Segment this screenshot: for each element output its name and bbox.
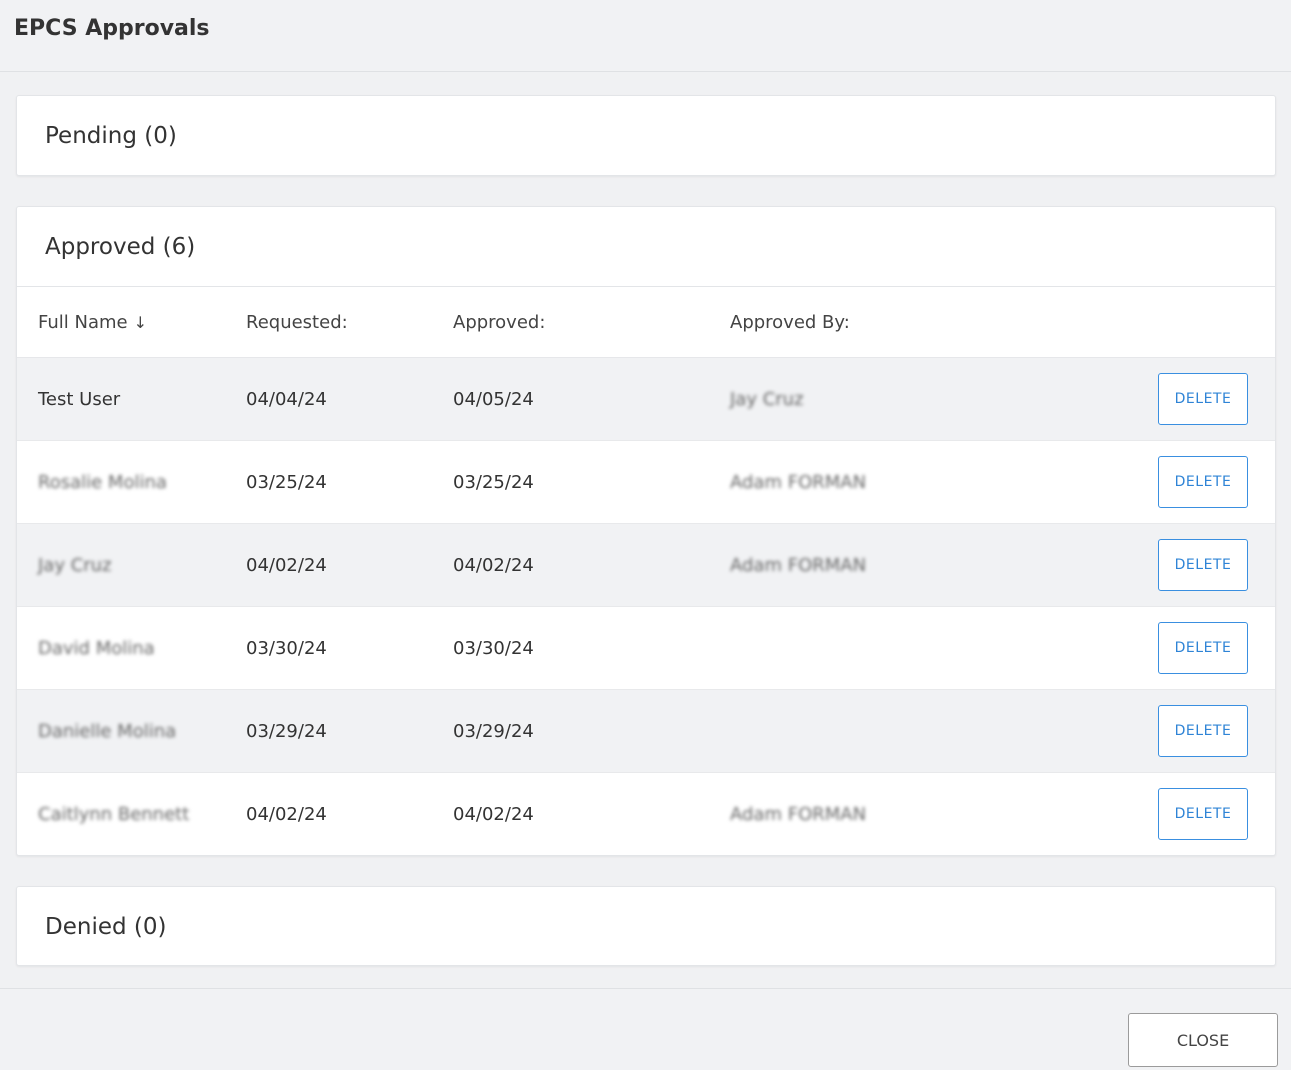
cell-requested: 04/04/24 [246,388,327,410]
table-row: David Molina 03/30/24 03/30/24 DELETE [17,607,1275,690]
cell-approved-by: Adam FORMAN [730,803,867,825]
cell-approved: 03/30/24 [453,637,534,659]
close-button[interactable]: CLOSE [1128,1013,1278,1067]
dialog-footer: CLOSE [0,988,1291,1070]
column-header-approved[interactable]: Approved: [453,287,545,357]
cell-full-name: Rosalie Molina [38,471,167,493]
column-header-requested[interactable]: Requested: [246,287,348,357]
pending-panel[interactable]: Pending (0) [16,95,1276,176]
delete-button[interactable]: DELETE [1158,456,1248,508]
table-row: Danielle Molina 03/29/24 03/29/24 DELETE [17,690,1275,773]
approved-panel: Approved (6) Full Name ↓ Requested: Appr… [16,206,1276,856]
delete-button[interactable]: DELETE [1158,788,1248,840]
cell-requested: 03/30/24 [246,637,327,659]
column-label-requested: Requested: [246,311,348,333]
column-label-approved-by: Approved By: [730,311,850,333]
cell-approved: 04/05/24 [453,388,534,410]
column-header-approved-by[interactable]: Approved By: [730,287,850,357]
dialog-header: EPCS Approvals [0,0,1291,72]
cell-full-name: Test User [38,388,121,410]
epcs-approvals-dialog: EPCS Approvals Pending (0) Approved (6) … [0,0,1291,1070]
column-label-approved: Approved: [453,311,546,333]
cell-approved: 03/25/24 [453,471,534,493]
cell-full-name: Caitlynn Bennett [38,803,190,825]
cell-approved: 03/29/24 [453,720,534,742]
table-row: Rosalie Molina 03/25/24 03/25/24 Adam FO… [17,441,1275,524]
cell-approved: 04/02/24 [453,803,534,825]
denied-panel-header[interactable]: Denied (0) [17,887,1275,967]
pending-title: Pending (0) [45,123,177,149]
cell-requested: 03/29/24 [246,720,327,742]
approved-title: Approved (6) [45,233,196,260]
table-row: Test User 04/04/24 04/05/24 Jay Cruz DEL… [17,358,1275,441]
cell-approved-by: Adam FORMAN [730,471,867,493]
delete-button[interactable]: DELETE [1158,705,1248,757]
delete-button[interactable]: DELETE [1158,622,1248,674]
arrow-down-icon: ↓ [133,312,148,332]
cell-full-name: David Molina [38,637,155,659]
denied-title: Denied (0) [45,914,167,940]
column-header-full-name[interactable]: Full Name ↓ [38,287,147,357]
cell-requested: 04/02/24 [246,554,327,576]
table-row: Caitlynn Bennett 04/02/24 04/02/24 Adam … [17,773,1275,856]
column-label-full-name: Full Name [38,311,128,333]
approved-table-header: Full Name ↓ Requested: Approved: Approve… [17,287,1275,358]
cell-approved: 04/02/24 [453,554,534,576]
delete-button[interactable]: DELETE [1158,539,1248,591]
dialog-title: EPCS Approvals [14,16,210,41]
cell-full-name: Danielle Molina [38,720,177,742]
delete-button[interactable]: DELETE [1158,373,1248,425]
cell-requested: 03/25/24 [246,471,327,493]
cell-approved-by: Adam FORMAN [730,554,867,576]
cell-full-name: Jay Cruz [38,554,112,576]
table-row: Jay Cruz 04/02/24 04/02/24 Adam FORMAN D… [17,524,1275,607]
pending-panel-header[interactable]: Pending (0) [17,96,1275,176]
cell-requested: 04/02/24 [246,803,327,825]
approved-panel-header[interactable]: Approved (6) [17,207,1275,287]
denied-panel[interactable]: Denied (0) [16,886,1276,966]
cell-approved-by: Jay Cruz [730,388,804,410]
